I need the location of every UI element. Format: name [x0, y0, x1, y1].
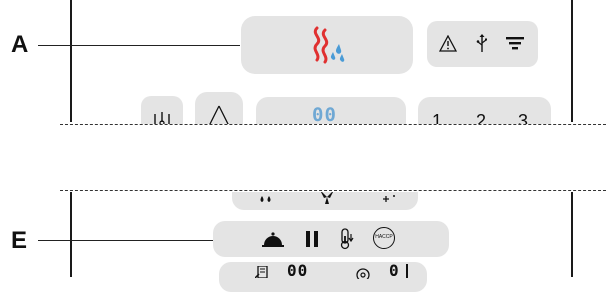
warning-triangle-icon: [439, 35, 457, 52]
bottom-panel-left-edge: [70, 192, 72, 277]
recipe-book-icon: [255, 266, 268, 278]
callout-leader-a: [38, 45, 240, 46]
thermometer-icon[interactable]: [339, 228, 355, 250]
break-gap: [0, 124, 606, 190]
bottom-panel-right-edge: [571, 192, 573, 277]
bottom-display-row: 00 0: [219, 262, 427, 292]
pause-icon[interactable]: [305, 231, 319, 247]
steam-humidity-button[interactable]: [241, 16, 413, 74]
haccp-icon[interactable]: HACCP: [373, 227, 395, 249]
top-panel-right-edge: [571, 0, 573, 122]
status-indicators: [427, 21, 538, 67]
filter-icon: [506, 37, 524, 50]
break-line-top: [60, 124, 606, 125]
water-drops-icon: [260, 196, 271, 202]
delta-icon: [208, 105, 230, 126]
steam-humidity-icon: [313, 26, 345, 64]
function-row-e: HACCP: [213, 221, 449, 257]
cloche-icon[interactable]: [262, 230, 284, 248]
fan-icon: [321, 192, 333, 204]
dial-icon: [356, 268, 370, 279]
top-panel-left-edge: [70, 0, 72, 122]
right-display-bar: [406, 264, 408, 278]
callout-label-e: E: [11, 227, 28, 254]
sparkle-icon: [383, 195, 395, 202]
haccp-label: HACCP: [375, 234, 393, 240]
callout-label-a: A: [11, 31, 29, 58]
timer-display: 00: [312, 104, 337, 126]
callout-leader-e: [38, 240, 213, 241]
break-line-bottom: [60, 190, 606, 191]
usb-icon: [476, 34, 487, 52]
